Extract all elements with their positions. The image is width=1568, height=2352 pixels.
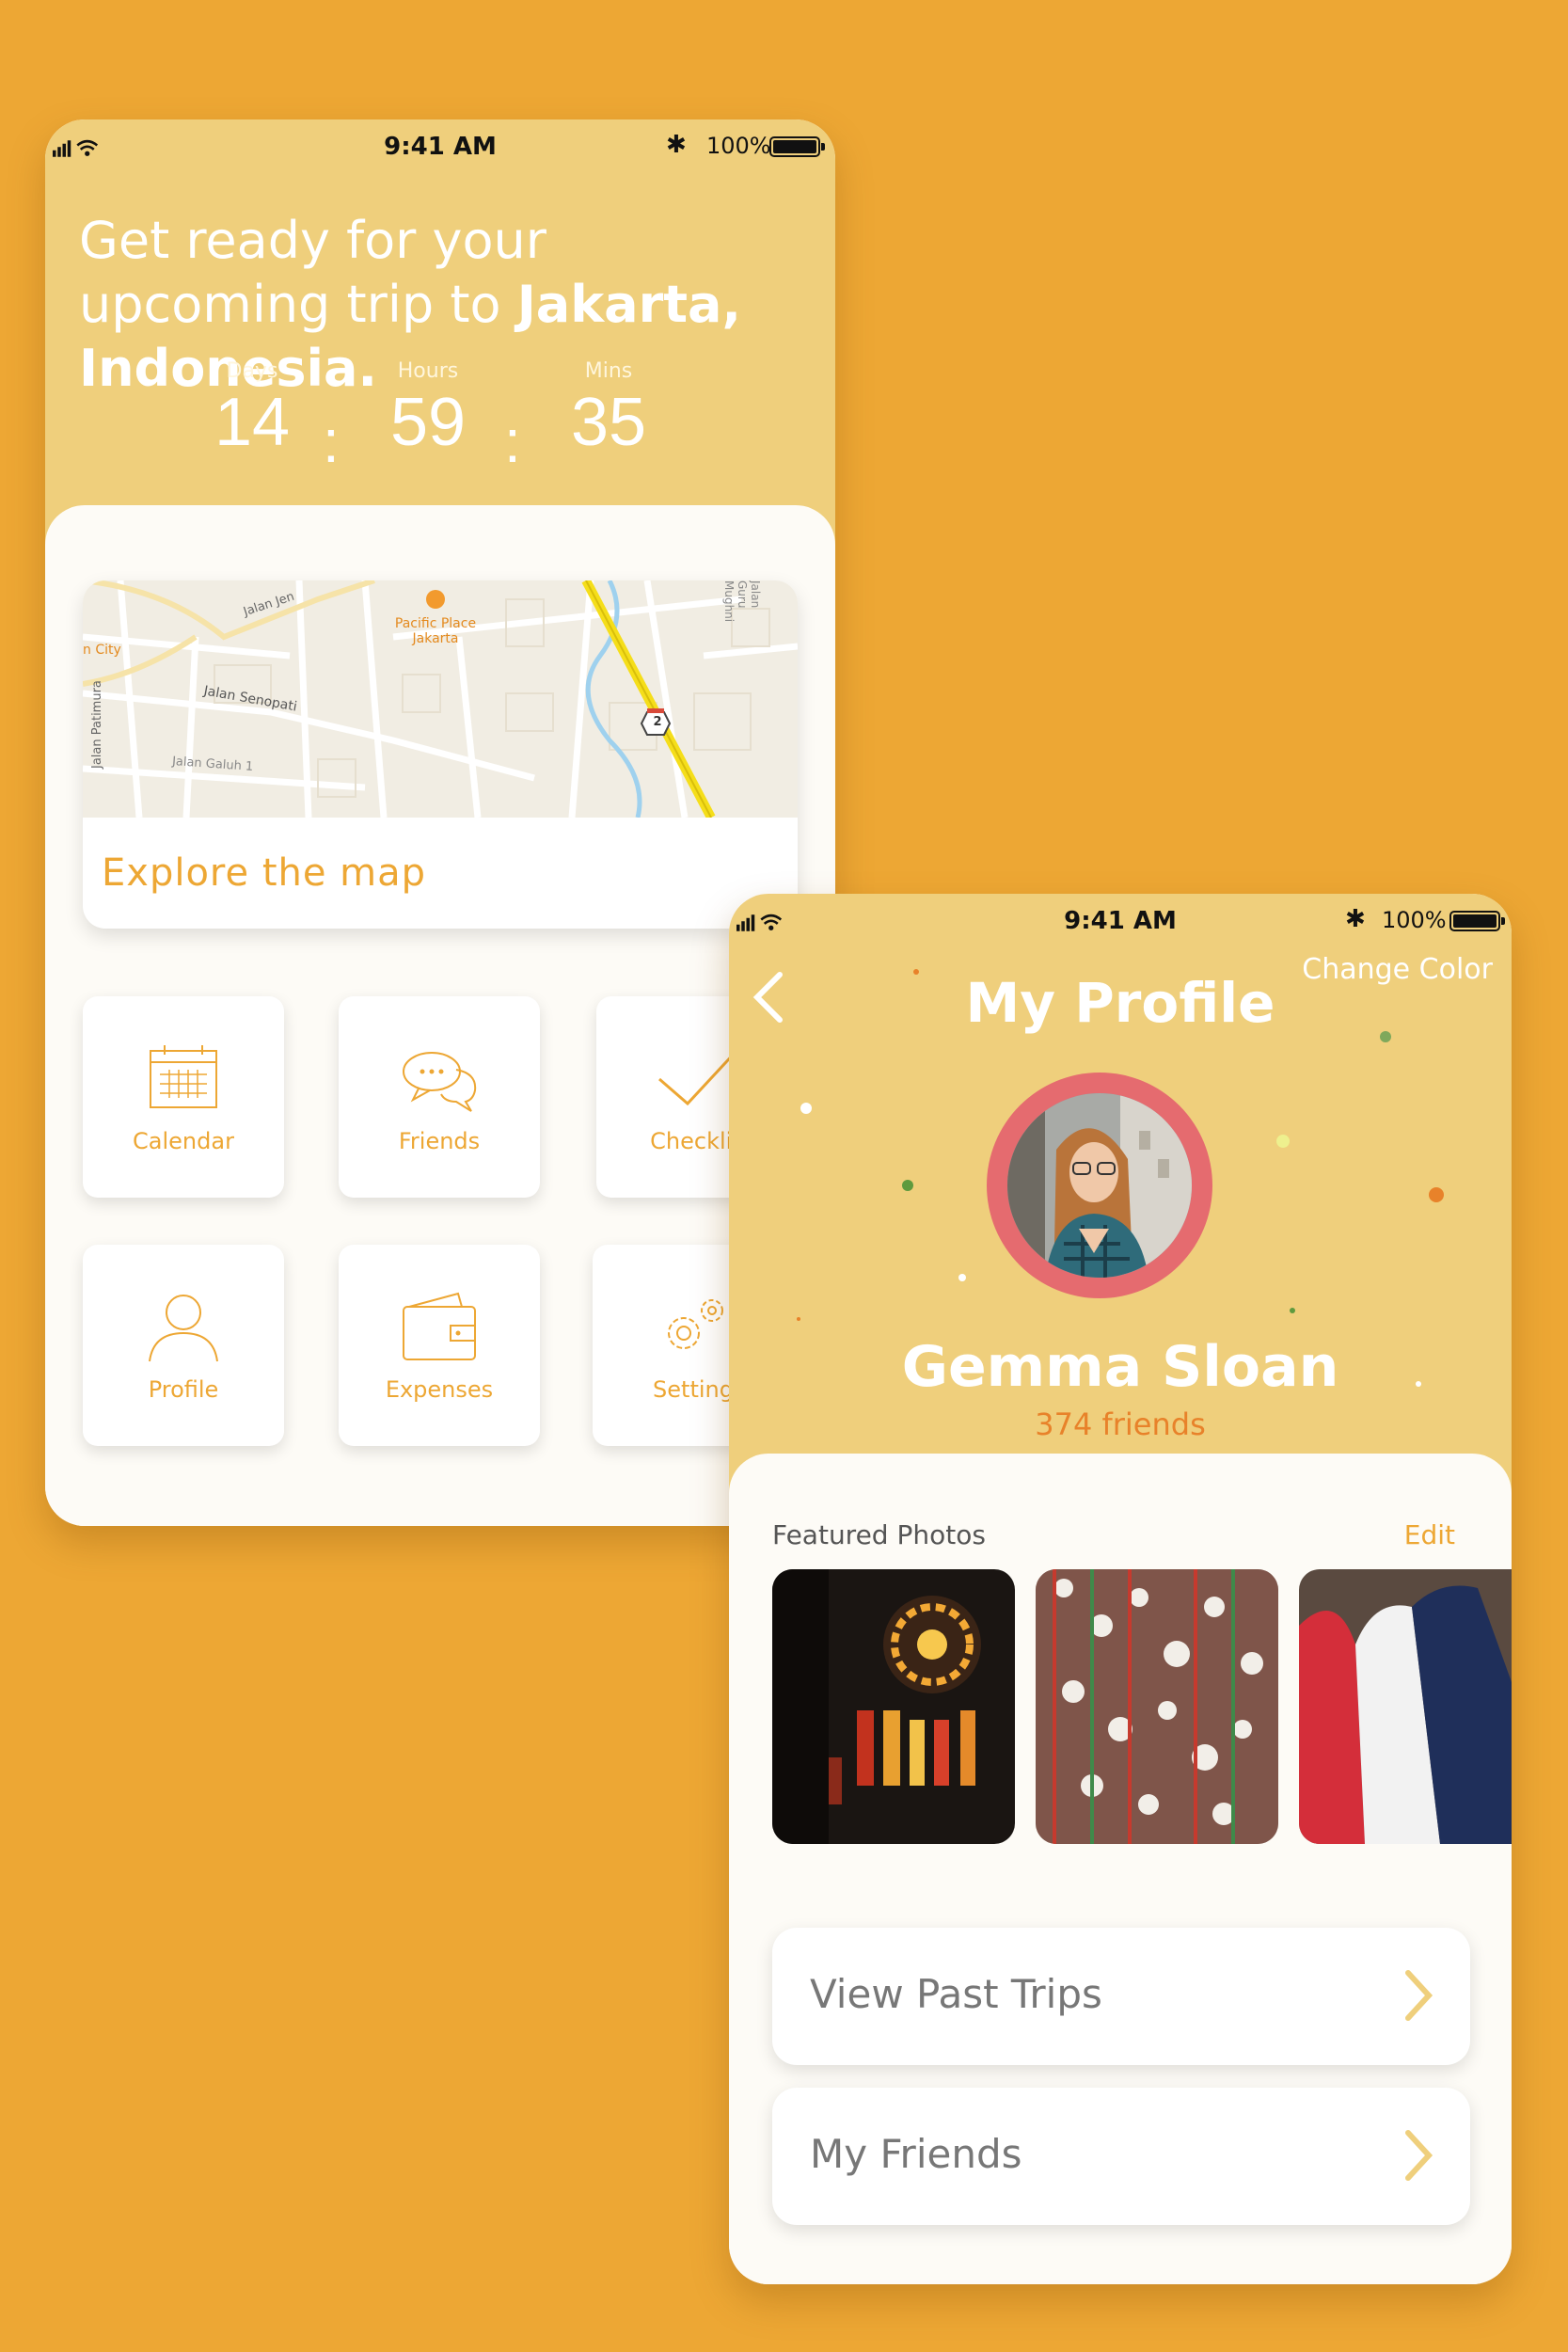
explore-map-link[interactable]: Explore the map [102, 851, 426, 895]
countdown-mins: Mins 35 [557, 359, 660, 460]
bluetooth-icon: ✱ [1345, 905, 1366, 933]
headline-prefix: Get ready for your upcoming trip to [79, 211, 546, 334]
map-street-label: Jalan Patimura [90, 680, 104, 769]
bluetooth-icon: ✱ [666, 131, 687, 159]
profile-screen: 9:41 AM ✱ 100% Change Color My Profile G… [729, 894, 1512, 2284]
route-badge: 2 [653, 715, 662, 729]
friends-count[interactable]: 374 friends [729, 1406, 1512, 1442]
map-poi-label: Pacific Place Jakarta [394, 616, 477, 646]
confetti-dot [797, 1317, 800, 1321]
profile-name: Gemma Sloan [901, 1334, 1339, 1400]
confetti-dot [1429, 1187, 1444, 1202]
battery-percent: 100% [706, 133, 771, 159]
map-area-label: n City [83, 643, 121, 658]
featured-photos-title: Featured Photos [772, 1519, 986, 1550]
trip-home-screen: 9:41 AM ✱ 100% Get ready for your upcomi… [45, 119, 835, 1526]
confetti-dot [800, 1103, 812, 1114]
avatar[interactable] [1007, 1093, 1192, 1278]
calendar-icon [150, 1045, 217, 1108]
battery-percent: 100% [1382, 907, 1447, 933]
tile-label: Friends [398, 1128, 481, 1154]
days-value: 14 [214, 385, 291, 460]
map-card[interactable]: Pacific Place Jakarta Jalan Senopati Jal… [83, 580, 798, 929]
row-label: My Friends [810, 2131, 1022, 2177]
countdown-separator: : [323, 407, 340, 475]
battery-icon [769, 136, 825, 157]
featured-photo[interactable] [772, 1569, 1015, 1844]
tile-label: Profile [148, 1376, 219, 1403]
row-label: View Past Trips [810, 1971, 1102, 2017]
chat-icon [403, 1052, 477, 1112]
mins-label: Mins [584, 359, 633, 383]
featured-photo[interactable] [1299, 1569, 1512, 1844]
days-label: Days [226, 359, 278, 383]
hours-label: Hours [397, 359, 459, 383]
confetti-dot [1276, 1135, 1290, 1148]
chevron-right-icon [1405, 2130, 1433, 2181]
status-bar: 9:41 AM ✱ 100% [45, 119, 835, 172]
countdown-days: Days 14 [200, 359, 304, 460]
tile-profile[interactable]: Profile [83, 1245, 284, 1446]
edit-photos-button[interactable]: Edit [1404, 1519, 1455, 1550]
avatar-ring [987, 1073, 1212, 1298]
tile-label: Calendar [133, 1128, 234, 1154]
gear-icon [668, 1299, 723, 1349]
tile-friends[interactable]: Friends [339, 996, 540, 1198]
status-bar: 9:41 AM ✱ 100% [729, 894, 1512, 946]
map-street-label: Jalan Guru Mughni [722, 580, 762, 623]
mins-value: 35 [570, 385, 647, 460]
hours-value: 59 [389, 385, 467, 460]
featured-photo[interactable] [1036, 1569, 1278, 1844]
view-past-trips-row[interactable]: View Past Trips [772, 1928, 1470, 2065]
chevron-right-icon [1405, 1970, 1433, 2021]
my-friends-row[interactable]: My Friends [772, 2088, 1470, 2225]
page-title: My Profile [965, 971, 1275, 1035]
confetti-dot [902, 1180, 913, 1191]
countdown-separator: : [504, 407, 521, 475]
countdown-hours: Hours 59 [376, 359, 480, 460]
tile-expenses[interactable]: Expenses [339, 1245, 540, 1446]
confetti-dot [1290, 1308, 1295, 1313]
battery-icon [1449, 911, 1505, 931]
tile-calendar[interactable]: Calendar [83, 996, 284, 1198]
confetti-dot [958, 1274, 966, 1281]
person-icon [149, 1295, 218, 1362]
tile-label: Expenses [385, 1376, 494, 1403]
wallet-icon [403, 1292, 476, 1360]
